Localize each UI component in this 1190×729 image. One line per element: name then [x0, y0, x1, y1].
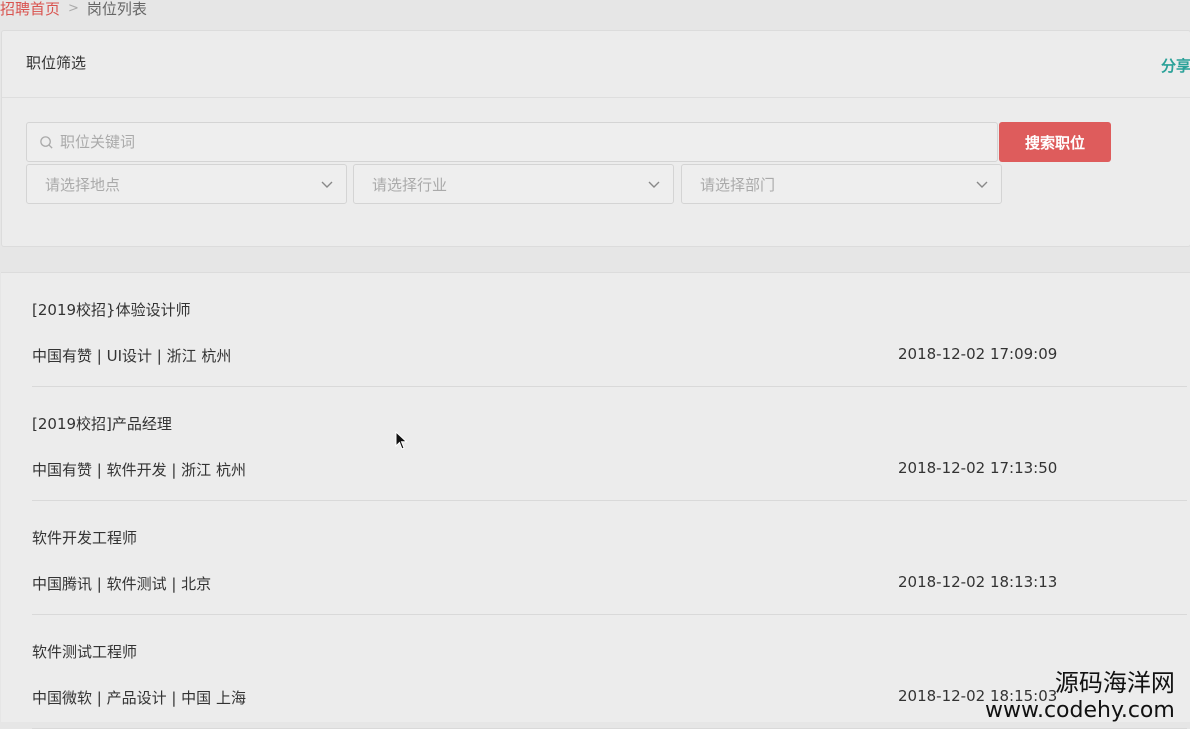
keyword-search-field[interactable]	[26, 122, 998, 162]
department-select[interactable]: 请选择部门	[681, 164, 1002, 204]
job-title[interactable]: 软件测试工程师	[32, 641, 137, 662]
location-select-placeholder: 请选择地点	[45, 175, 121, 194]
chevron-down-icon	[648, 181, 660, 188]
breadcrumb-home-link[interactable]: 招聘首页	[0, 0, 60, 19]
search-icon	[40, 135, 53, 149]
breadcrumb-current: 岗位列表	[86, 0, 147, 18]
location-select[interactable]: 请选择地点	[26, 164, 347, 204]
job-title[interactable]: [2019校招]产品经理	[32, 413, 172, 434]
search-jobs-button[interactable]: 搜索职位	[999, 122, 1111, 162]
breadcrumb: 招聘首页 > 岗位列表	[0, 0, 147, 20]
job-list-item[interactable]: [2019校招}体验设计师 中国有赞 | UI设计 | 浙江 杭州 2018-1…	[32, 273, 1187, 387]
department-select-placeholder: 请选择部门	[700, 175, 776, 194]
keyword-search-input[interactable]	[60, 133, 960, 151]
watermark-url: www.codehy.com	[985, 698, 1175, 723]
filter-title: 职位筛选	[26, 54, 87, 72]
job-meta: 中国有赞 | 软件开发 | 浙江 杭州	[32, 461, 246, 479]
job-title[interactable]: 软件开发工程师	[32, 527, 137, 548]
chevron-down-icon	[321, 181, 333, 188]
breadcrumb-separator: >	[68, 0, 79, 16]
job-meta: 中国腾讯 | 软件测试 | 北京	[32, 575, 212, 593]
job-list-item[interactable]: 软件开发工程师 中国腾讯 | 软件测试 | 北京 2018-12-02 18:1…	[32, 501, 1187, 615]
mouse-cursor-icon	[395, 431, 408, 450]
share-link[interactable]: 分享	[1161, 55, 1190, 76]
job-title[interactable]: [2019校招}体验设计师	[32, 299, 191, 320]
filter-header: 职位筛选 分享	[2, 31, 1190, 98]
site-watermark: 源码海洋网 www.codehy.com	[985, 663, 1175, 723]
chevron-down-icon	[976, 181, 988, 188]
job-time: 2018-12-02 17:09:09	[898, 345, 1058, 363]
industry-select-placeholder: 请选择行业	[372, 175, 448, 194]
job-list: [2019校招}体验设计师 中国有赞 | UI设计 | 浙江 杭州 2018-1…	[1, 272, 1190, 729]
watermark-cn: 源码海洋网	[1054, 669, 1175, 697]
industry-select[interactable]: 请选择行业	[353, 164, 674, 204]
job-meta: 中国微软 | 产品设计 | 中国 上海	[32, 689, 246, 707]
job-meta: 中国有赞 | UI设计 | 浙江 杭州	[32, 347, 232, 365]
job-list-item[interactable]: [2019校招]产品经理 中国有赞 | 软件开发 | 浙江 杭州 2018-12…	[32, 387, 1187, 501]
job-filter-panel: 职位筛选 分享 搜索职位 请选择地点 请选择行业 请选择部门	[1, 30, 1190, 247]
job-time: 2018-12-02 17:13:50	[898, 459, 1058, 477]
job-time: 2018-12-02 18:13:13	[898, 573, 1058, 591]
